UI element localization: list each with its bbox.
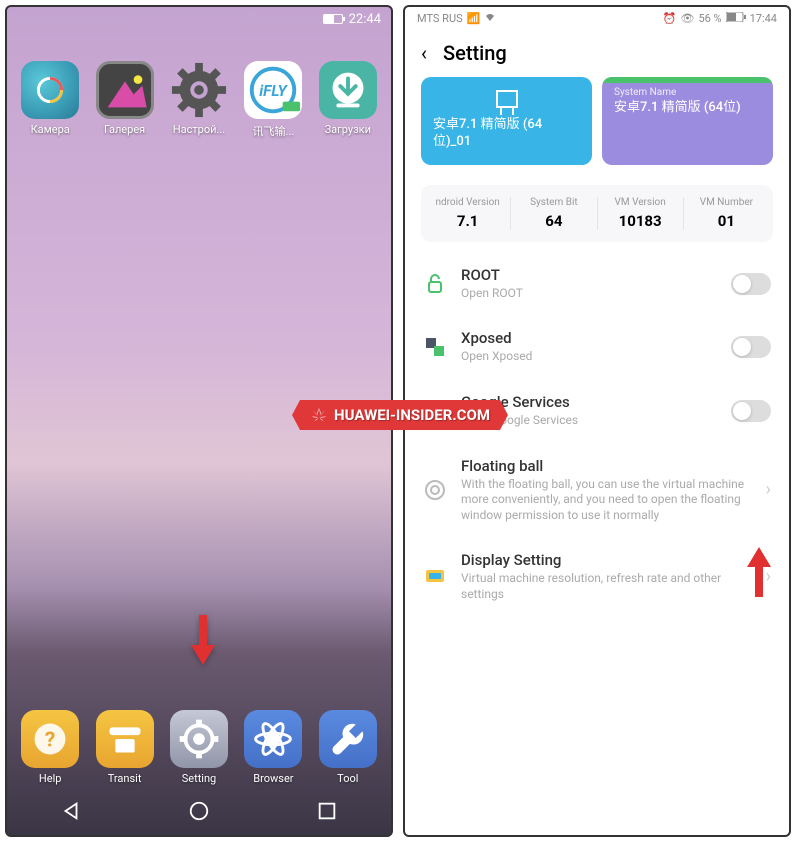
- setting-xposed[interactable]: Xposed Open Xposed: [405, 315, 789, 379]
- huawei-logo-icon: [310, 406, 328, 424]
- home-nav-button[interactable]: [188, 800, 210, 822]
- settings-list: ROOT Open ROOT Xposed Open Xposed Google…: [405, 252, 789, 835]
- info-android-version: ndroid Version 7.1: [425, 197, 511, 230]
- card-accent: [602, 77, 773, 83]
- alarm-icon: ⏰: [663, 12, 677, 25]
- dock-label: Browser: [253, 772, 293, 785]
- floating-ball-icon: [423, 478, 447, 502]
- setting-icon: [170, 710, 228, 768]
- signal-icon: 📶: [467, 12, 481, 25]
- status-bar-left: 22:44: [7, 7, 391, 31]
- setting-sub: Virtual machine resolution, refresh rate…: [461, 571, 752, 602]
- info-vm-number: VM Number 01: [684, 197, 769, 230]
- battery-percent: 56 %: [698, 12, 721, 25]
- setting-title: Floating ball: [461, 457, 752, 475]
- status-time: 17:44: [750, 12, 777, 25]
- app-label: Галерея: [104, 123, 145, 136]
- setting-title: ROOT: [461, 266, 717, 284]
- svg-text:iFLY: iFLY: [260, 82, 289, 100]
- help-icon: ?: [21, 710, 79, 768]
- setting-display[interactable]: Display Setting Virtual machine resoluti…: [405, 537, 789, 616]
- google-services-toggle[interactable]: [731, 400, 771, 422]
- info-system-bit: System Bit 64: [511, 197, 597, 230]
- status-time: 22:44: [349, 12, 381, 27]
- dock-browser[interactable]: Browser: [240, 710, 306, 785]
- app-camera[interactable]: Камера: [17, 61, 83, 139]
- android-nav-bar: [7, 787, 391, 835]
- setting-floating-ball[interactable]: Floating ball With the floating ball, yo…: [405, 443, 789, 538]
- setting-sub: Open Xposed: [461, 349, 717, 365]
- gallery-icon: [96, 61, 154, 119]
- app-gallery[interactable]: Галерея: [91, 61, 157, 139]
- camera-icon: [21, 61, 79, 119]
- carrier-label: MTS RUS: [417, 12, 463, 25]
- dock-help[interactable]: ? Help: [17, 710, 83, 785]
- dock: ? Help Transit Setting Browser: [7, 710, 391, 785]
- app-ifly[interactable]: iFLY 讯飞输...: [240, 61, 306, 139]
- dock-label: Tool: [337, 772, 358, 785]
- gear-icon: [170, 61, 228, 119]
- page-title: Setting: [443, 41, 507, 65]
- eye-icon: 👁: [680, 12, 694, 25]
- root-toggle[interactable]: [731, 273, 771, 295]
- wifi-icon: [484, 11, 496, 26]
- vm-info-bar: ndroid Version 7.1 System Bit 64 VM Vers…: [421, 185, 773, 242]
- app-grid: Камера Галерея Настрой... iFLY 讯飞输... За…: [7, 31, 391, 149]
- vm-card-active[interactable]: 安卓7.1 精简版 (64位)_01: [421, 77, 592, 165]
- setting-sub: With the floating ball, you can use the …: [461, 477, 752, 524]
- info-vm-version: VM Version 10183: [598, 197, 684, 230]
- ifly-icon: iFLY: [244, 61, 302, 119]
- app-downloads[interactable]: Загрузки: [315, 61, 381, 139]
- setting-root[interactable]: ROOT Open ROOT: [405, 252, 789, 316]
- back-button[interactable]: ‹: [421, 41, 427, 65]
- download-icon: [319, 61, 377, 119]
- setting-title: Xposed: [461, 329, 717, 347]
- display-icon: [423, 565, 447, 589]
- vm-card-icon: [433, 87, 580, 117]
- vm-card-title: 安卓7.1 精简版 (64位)_01: [433, 117, 580, 151]
- dock-transit[interactable]: Transit: [91, 710, 157, 785]
- vm-cards: 安卓7.1 精简版 (64位)_01 System Name 安卓7.1 精简版…: [405, 77, 789, 175]
- vm-card-sub: System Name: [614, 87, 761, 98]
- recent-nav-button[interactable]: [316, 800, 338, 822]
- watermark-text: HUAWEI-INSIDER.COM: [334, 406, 490, 424]
- app-label: Настрой...: [173, 123, 225, 136]
- transit-icon: [96, 710, 154, 768]
- watermark-badge: HUAWEI-INSIDER.COM: [292, 400, 508, 430]
- dock-label: Help: [39, 772, 62, 785]
- red-arrow-up: [747, 547, 771, 597]
- app-settings-top[interactable]: Настрой...: [166, 61, 232, 139]
- back-nav-button[interactable]: [60, 800, 82, 822]
- browser-icon: [244, 710, 302, 768]
- app-label: Загрузки: [325, 123, 371, 136]
- app-label: 讯飞输...: [253, 123, 295, 139]
- settings-header: ‹ Setting: [405, 29, 789, 77]
- vm-card-title: 安卓7.1 精简版 (64位): [614, 100, 761, 117]
- battery-icon: [323, 14, 343, 24]
- dock-setting[interactable]: Setting: [166, 710, 232, 785]
- svg-text:?: ?: [45, 728, 56, 753]
- xposed-toggle[interactable]: [731, 336, 771, 358]
- xposed-icon: [423, 335, 447, 359]
- battery-icon: [726, 12, 746, 25]
- setting-sub: Open ROOT: [461, 286, 717, 302]
- dock-label: Transit: [108, 772, 142, 785]
- red-arrow-down: [191, 615, 215, 665]
- root-icon: [423, 272, 447, 296]
- setting-title: Display Setting: [461, 551, 752, 569]
- dock-tool[interactable]: Tool: [315, 710, 381, 785]
- chevron-right-icon: ›: [766, 479, 771, 500]
- status-bar-right: MTS RUS 📶 ⏰ 👁 56 % 17:44: [405, 7, 789, 29]
- app-label: Камера: [31, 123, 70, 136]
- vm-card-secondary[interactable]: System Name 安卓7.1 精简版 (64位): [602, 77, 773, 165]
- dock-label: Setting: [182, 772, 217, 785]
- tool-icon: [319, 710, 377, 768]
